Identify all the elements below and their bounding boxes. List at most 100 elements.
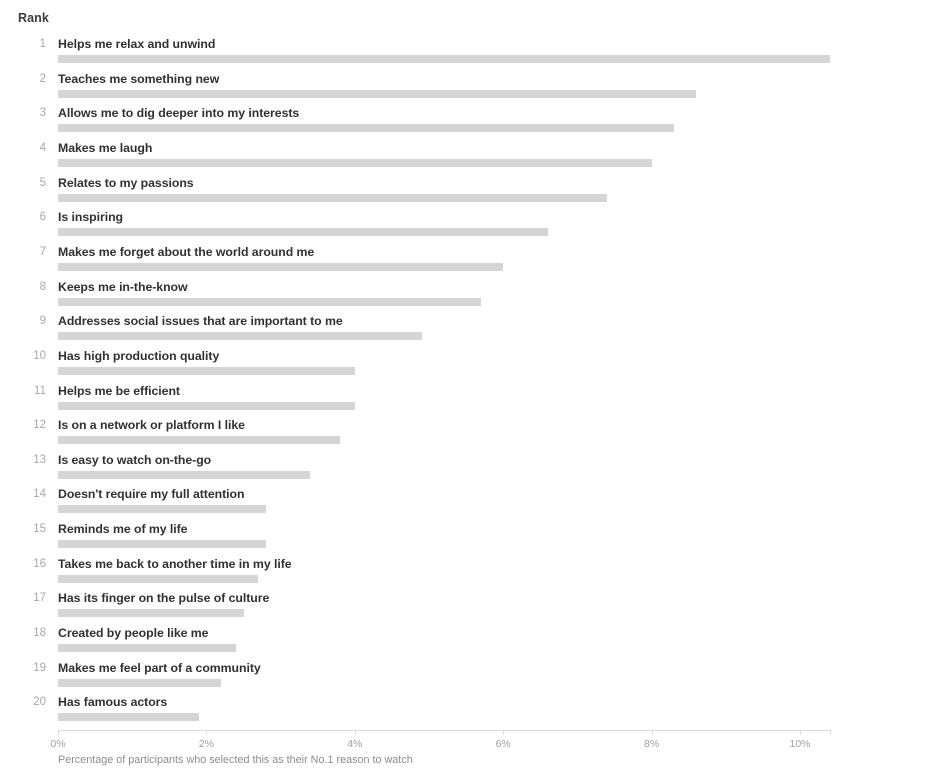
row-bar-track: [58, 193, 830, 202]
row-bar: [58, 713, 199, 722]
row-bar: [58, 505, 266, 514]
row-rank-number: 18: [33, 627, 46, 640]
row-bar: [58, 366, 355, 375]
chart-row: 19 Makes me feel part of a community: [0, 661, 943, 695]
row-category-label: Is on a network or platform I like: [58, 418, 245, 433]
chart-row: 10 Has high production quality: [0, 349, 943, 383]
row-category-label: Relates to my passions: [58, 175, 194, 190]
row-rank-number: 3: [39, 107, 46, 120]
row-bar: [58, 193, 608, 202]
row-bar-track: [58, 55, 830, 63]
chart-row: 9 Addresses social issues that are import…: [0, 314, 943, 348]
x-axis-tick: [58, 730, 59, 735]
row-bar: [58, 297, 481, 306]
row-category-label: Addresses social issues that are importa…: [58, 314, 343, 329]
row-bar: [58, 574, 259, 583]
row-bar-track: [58, 436, 830, 445]
row-bar-track: [58, 262, 830, 271]
row-rank-number: 17: [33, 592, 46, 605]
chart-row: 4 Makes me laugh: [0, 141, 943, 175]
row-bar-track: [58, 366, 830, 375]
row-category-label: Takes me back to another time in my life: [58, 556, 292, 571]
row-bar: [58, 228, 548, 237]
row-bar-track: [58, 89, 830, 98]
row-category-label: Teaches me something new: [58, 71, 220, 86]
row-rank-number: 8: [39, 280, 46, 293]
rank-column-header: Rank: [18, 11, 49, 25]
x-axis-tick: [503, 730, 505, 735]
chart-row: 20 Has famous actors: [0, 695, 943, 729]
row-bar: [58, 540, 266, 549]
row-rank-number: 7: [39, 245, 46, 258]
row-category-label: Keeps me in-the-know: [58, 279, 188, 294]
chart-row: 2 Teaches me something new: [0, 72, 943, 106]
row-bar: [58, 124, 674, 133]
row-category-label: Helps me be efficient: [58, 383, 180, 398]
row-bar-track: [58, 574, 830, 583]
row-rank-number: 20: [33, 696, 46, 709]
x-axis-tick-label: 10%: [789, 738, 811, 750]
row-bar-track: [58, 713, 830, 722]
row-bar-track: [58, 609, 830, 618]
row-category-label: Has high production quality: [58, 348, 220, 363]
row-category-label: Reminds me of my life: [58, 522, 188, 537]
row-bar: [58, 89, 697, 98]
row-bar: [58, 609, 244, 618]
chart-row: 12 Is on a network or platform I like: [0, 418, 943, 452]
row-rank-number: 12: [33, 419, 46, 432]
row-rank-number: 16: [33, 557, 46, 570]
x-axis-tick-label: 2%: [198, 738, 214, 750]
row-bar: [58, 470, 311, 479]
row-rank-number: 6: [39, 211, 46, 224]
row-category-label: Makes me laugh: [58, 140, 153, 155]
row-bar: [58, 401, 355, 410]
row-rank-number: 11: [34, 384, 46, 397]
row-rank-number: 14: [33, 488, 46, 501]
row-bar: [58, 436, 340, 445]
row-category-label: Doesn't require my full attention: [58, 487, 245, 502]
chart-row: 14 Doesn't require my full attention: [0, 487, 943, 521]
row-bar-track: [58, 470, 830, 479]
row-category-label: Created by people like me: [58, 626, 209, 641]
row-category-label: Allows me to dig deeper into my interest…: [58, 106, 300, 121]
row-rank-number: 15: [33, 523, 46, 536]
chart-row: 5 Relates to my passions: [0, 176, 943, 210]
x-axis-tick-label: 4%: [347, 738, 363, 750]
row-bar-track: [58, 644, 830, 653]
row-bar: [58, 332, 422, 341]
row-bar-track: [58, 505, 830, 514]
row-category-label: Is inspiring: [58, 210, 123, 225]
row-rank-number: 19: [33, 661, 46, 674]
row-category-label: Makes me forget about the world around m…: [58, 244, 315, 259]
x-axis-tick: [651, 730, 653, 735]
x-axis-tick: [206, 730, 208, 735]
chart-row: 1 Helps me relax and unwind: [0, 37, 943, 71]
chart-row: 15 Reminds me of my life: [0, 522, 943, 556]
row-category-label: Helps me relax and unwind: [58, 37, 216, 51]
x-axis-line: [58, 730, 830, 731]
chart-footnote: Percentage of participants who selected …: [58, 754, 413, 766]
chart-row: 3 Allows me to dig deeper into my interes…: [0, 106, 943, 140]
ranked-bar-chart: Rank 1 Helps me relax and unwind 2 Teaches …: [0, 0, 943, 779]
row-bar-track: [58, 401, 830, 410]
row-bar: [58, 158, 652, 167]
row-bar-track: [58, 124, 830, 133]
row-rank-number: 4: [39, 141, 46, 154]
row-bar-track: [58, 158, 830, 167]
row-bar-track: [58, 228, 830, 237]
row-bar: [58, 55, 830, 63]
chart-row: 13 Is easy to watch on-the-go: [0, 453, 943, 487]
chart-row: 17 Has its finger on the pulse of culture: [0, 591, 943, 625]
chart-row: 16 Takes me back to another time in my li…: [0, 557, 943, 591]
chart-row: 8 Keeps me in-the-know: [0, 280, 943, 314]
x-axis-end-cap: [830, 730, 831, 735]
row-bar: [58, 644, 237, 653]
row-bar: [58, 678, 222, 687]
row-bar: [58, 262, 504, 271]
row-bar-track: [58, 678, 830, 687]
x-axis-tick: [800, 730, 801, 735]
row-bar-track: [58, 332, 830, 341]
row-category-label: Has famous actors: [58, 695, 168, 710]
chart-row: 11 Helps me be efficient: [0, 384, 943, 418]
chart-row: 6 Is inspiring: [0, 210, 943, 244]
